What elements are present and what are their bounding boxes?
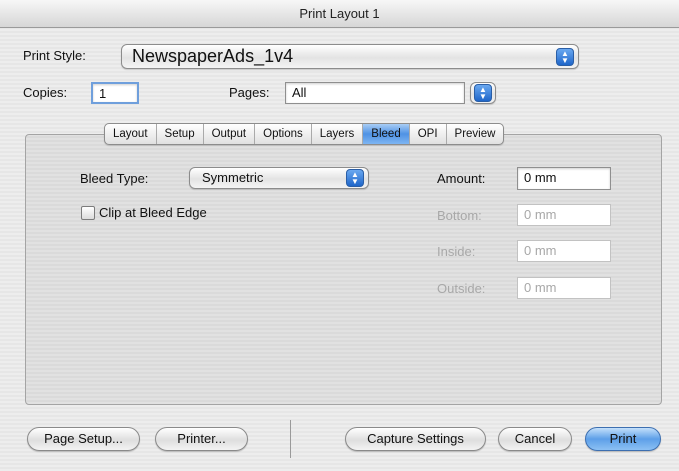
tab-layout[interactable]: Layout xyxy=(105,124,157,144)
print-button[interactable]: Print xyxy=(585,427,661,451)
window-title: Print Layout 1 xyxy=(0,0,679,28)
inside-label: Inside: xyxy=(437,244,476,259)
print-style-popup[interactable]: NewspaperAds_1v4 ▲ ▼ xyxy=(121,44,579,69)
tab-output[interactable]: Output xyxy=(204,124,256,144)
popup-arrows-icon: ▲ ▼ xyxy=(346,169,364,187)
inside-field: 0 mm xyxy=(517,240,611,262)
pages-field[interactable]: All xyxy=(285,82,465,104)
copies-field[interactable]: 1 xyxy=(91,82,139,104)
amount-field[interactable]: 0 mm xyxy=(517,167,611,190)
tab-setup[interactable]: Setup xyxy=(157,124,204,144)
outside-label: Outside: xyxy=(437,281,486,296)
outside-field: 0 mm xyxy=(517,277,611,299)
bleed-type-label: Bleed Type: xyxy=(80,171,149,186)
capture-settings-button[interactable]: Capture Settings xyxy=(345,427,486,451)
cancel-button[interactable]: Cancel xyxy=(498,427,572,451)
bleed-type-popup[interactable]: Symmetric ▲ ▼ xyxy=(189,167,369,189)
copies-label: Copies: xyxy=(23,85,68,100)
popup-arrows-icon: ▲ ▼ xyxy=(556,48,574,66)
print-dialog: Print Layout 1 Print Style: NewspaperAds… xyxy=(0,0,679,471)
clip-label[interactable]: Clip at Bleed Edge xyxy=(99,205,207,220)
tab-options[interactable]: Options xyxy=(255,124,312,144)
tab-opi[interactable]: OPI xyxy=(410,124,447,144)
pages-label: Pages: xyxy=(229,85,270,100)
bottom-field: 0 mm xyxy=(517,204,611,226)
amount-label: Amount: xyxy=(437,171,486,186)
bottom-label: Bottom: xyxy=(437,208,482,223)
bleed-type-value: Symmetric xyxy=(202,170,264,185)
tab-preview[interactable]: Preview xyxy=(447,124,504,144)
print-style-value: NewspaperAds_1v4 xyxy=(132,46,294,66)
tab-bar: Layout Setup Output Options Layers Bleed… xyxy=(104,123,505,145)
page-setup-button[interactable]: Page Setup... xyxy=(27,427,140,451)
popup-arrows-icon: ▲ ▼ xyxy=(474,84,492,102)
printer-button[interactable]: Printer... xyxy=(155,427,248,451)
print-style-label: Print Style: xyxy=(23,48,86,63)
clip-checkbox[interactable] xyxy=(81,206,95,220)
tab-layers[interactable]: Layers xyxy=(312,124,364,144)
button-divider xyxy=(290,420,291,458)
pages-popup-button[interactable]: ▲ ▼ xyxy=(470,82,496,104)
tab-bleed[interactable]: Bleed xyxy=(363,124,410,144)
